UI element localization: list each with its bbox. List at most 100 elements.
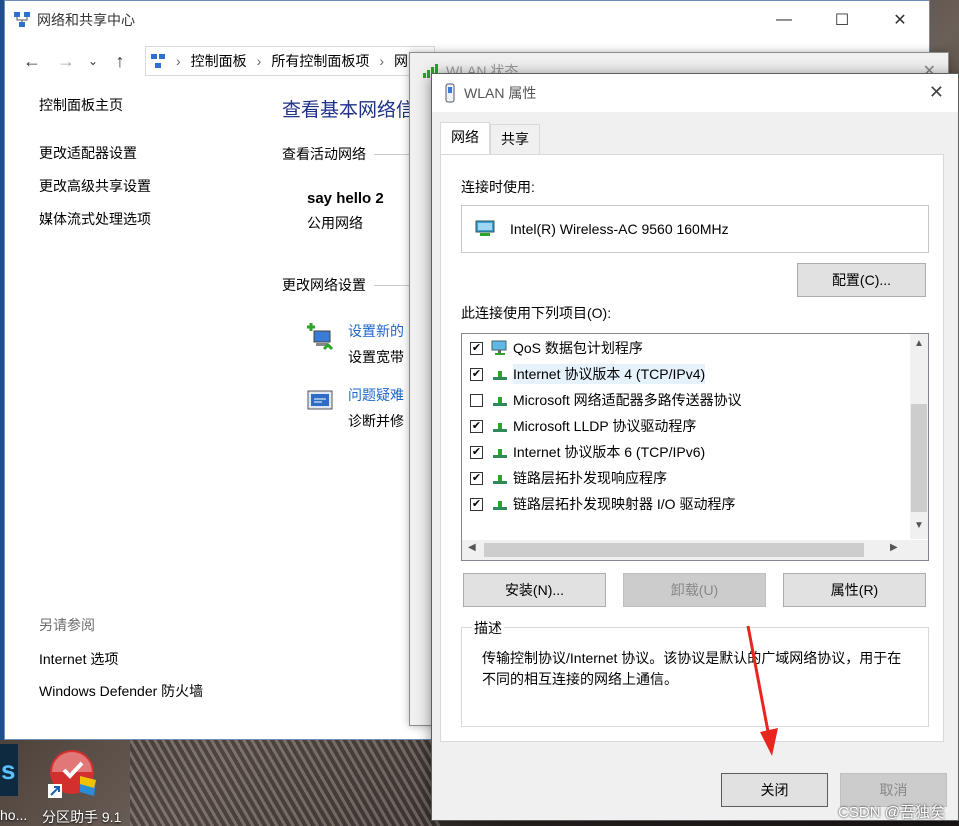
item-label: Internet 协议版本 6 (TCP/IPv6) (513, 444, 706, 460)
scroll-thumb[interactable] (484, 543, 864, 557)
description-text: 传输控制协议/Internet 协议。该协议是默认的广域网络协议，用于在不同的相… (482, 650, 902, 687)
tab-bar: 网络 共享 (440, 122, 540, 154)
desktop-icon-partition-assistant[interactable]: 分区助手 9.1 (42, 746, 121, 825)
sidebar: 控制面板主页 更改适配器设置 更改高级共享设置 媒体流式处理选项 另请参阅 In… (39, 95, 269, 735)
items-label: 此连接使用下列项目(O): (461, 305, 612, 321)
address-bar[interactable]: › 控制面板 › 所有控制面板项 › 网 (145, 46, 435, 76)
connect-using-label: 连接时使用: (461, 179, 535, 195)
maximize-icon[interactable]: ☐ (813, 1, 871, 39)
breadcrumb-separator: › (176, 53, 181, 69)
sidebar-home-link[interactable]: 控制面板主页 (39, 95, 269, 115)
setup-connection-desc: 设置宽带 (348, 349, 404, 365)
close-button[interactable]: 关闭 (721, 773, 828, 807)
checkbox[interactable] (470, 393, 483, 407)
list-item[interactable]: Microsoft 网络适配器多路传送器协议 (462, 387, 742, 413)
desktop-icon-label: 分区助手 9.1 (42, 809, 122, 825)
breadcrumb-item[interactable]: 网 (394, 51, 408, 71)
breadcrumb-separator: › (379, 53, 385, 69)
task-troubleshoot: 问题疑难 诊断并修 (304, 385, 415, 431)
adapter-field: Intel(R) Wireless-AC 9560 160MHz (461, 205, 929, 253)
network-center-icon (14, 12, 30, 27)
troubleshoot-desc: 诊断并修 (348, 413, 404, 429)
minimize-icon[interactable]: — (755, 1, 813, 39)
dialog-title: WLAN 属性 (464, 85, 537, 101)
recent-dropdown-icon[interactable]: ⌄ (83, 54, 103, 68)
list-item[interactable]: ✔ 链路层拓扑发现响应程序 (462, 465, 667, 491)
checkbox[interactable]: ✔ (470, 471, 483, 485)
tab-sharing[interactable]: 共享 (490, 124, 540, 154)
properties-button[interactable]: 属性(R) (783, 573, 926, 607)
control-panel-titlebar[interactable]: 网络和共享中心 — ☐ ✕ (5, 1, 929, 39)
dialog-titlebar[interactable]: WLAN 属性 (432, 74, 958, 112)
wlan-properties-dialog: WLAN 属性 ✕ 网络 共享 连接时使用: Intel(R) Wireless… (431, 73, 959, 821)
uninstall-button[interactable]: 卸载(U) (623, 573, 766, 607)
breadcrumb-item[interactable]: 所有控制面板项 (271, 51, 369, 71)
list-item[interactable]: ✔ 链路层拓扑发现映射器 I/O 驱动程序 (462, 491, 735, 517)
checkbox[interactable]: ✔ (470, 419, 483, 433)
description-group: 描述 传输控制协议/Internet 协议。该协议是默认的广域网络协议，用于在不… (461, 618, 929, 727)
window-title: 网络和共享中心 (37, 12, 135, 28)
scroll-right-icon[interactable]: ▶ (890, 542, 898, 553)
partial-app-icon[interactable]: s (0, 744, 18, 796)
setup-connection-link[interactable]: 设置新的 (348, 321, 404, 341)
checkbox[interactable]: ✔ (470, 497, 483, 511)
description-label: 描述 (472, 618, 504, 638)
protocol-icon (493, 501, 507, 510)
sidebar-link-adapter-settings[interactable]: 更改适配器设置 (39, 143, 269, 163)
scroll-up-icon[interactable]: ▲ (910, 338, 928, 349)
breadcrumb-separator: › (256, 53, 262, 69)
items-list[interactable]: ✔ QoS 数据包计划程序 ✔ Internet 协议版本 4 (TCP/IPv… (461, 333, 929, 561)
close-icon[interactable]: ✕ (871, 1, 929, 39)
new-connection-icon (307, 323, 334, 351)
see-also-firewall[interactable]: Windows Defender 防火墙 (39, 681, 203, 701)
see-also-header: 另请参阅 (39, 617, 95, 633)
item-label: Microsoft 网络适配器多路传送器协议 (513, 392, 742, 408)
network-adapter-icon (475, 220, 495, 236)
troubleshoot-icon (307, 390, 333, 410)
page-title: 查看基本网络信 (282, 100, 416, 121)
sidebar-link-media-streaming[interactable]: 媒体流式处理选项 (39, 209, 269, 229)
horizontal-scrollbar[interactable]: ◀ ▶ (462, 540, 928, 560)
item-label: 链路层拓扑发现映射器 I/O 驱动程序 (513, 496, 736, 512)
checkbox[interactable]: ✔ (470, 341, 483, 355)
item-label: QoS 数据包计划程序 (513, 340, 643, 356)
list-item-selected[interactable]: ✔ Internet 协议版本 4 (TCP/IPv4) (462, 361, 706, 387)
sidebar-link-advanced-sharing[interactable]: 更改高级共享设置 (39, 176, 269, 196)
item-label: Internet 协议版本 4 (TCP/IPv4) (513, 364, 706, 384)
back-arrow-icon[interactable]: ← (15, 51, 49, 72)
list-item[interactable]: ✔ Internet 协议版本 6 (TCP/IPv6) (462, 439, 705, 465)
vertical-scrollbar[interactable]: ▲ ▼ (910, 334, 928, 539)
breadcrumb-item[interactable]: 控制面板 (191, 51, 247, 71)
protocol-icon (493, 397, 507, 406)
install-button[interactable]: 安装(N)... (463, 573, 606, 607)
active-networks-header: 查看活动网络 (282, 144, 415, 164)
checkbox[interactable]: ✔ (470, 367, 483, 381)
wallpaper-pattern (130, 740, 440, 826)
partial-app-label: ho... (0, 807, 28, 823)
watermark: CSDN @吾独矣 (838, 804, 945, 821)
forward-arrow-icon[interactable]: → (49, 51, 83, 72)
protocol-icon (493, 371, 507, 380)
scroll-down-icon[interactable]: ▼ (910, 520, 928, 531)
tab-network[interactable]: 网络 (440, 122, 490, 154)
task-setup-connection: 设置新的 设置宽带 (304, 321, 415, 367)
close-icon[interactable]: ✕ (929, 82, 944, 103)
up-arrow-icon[interactable]: ↑ (103, 51, 137, 72)
configure-button[interactable]: 配置(C)... (797, 263, 926, 297)
checkbox[interactable]: ✔ (470, 445, 483, 459)
protocol-icon (493, 423, 507, 432)
network-tab-panel: 连接时使用: Intel(R) Wireless-AC 9560 160MHz … (440, 154, 944, 742)
qos-icon (491, 340, 507, 355)
change-settings-header: 更改网络设置 (282, 275, 415, 295)
troubleshoot-link[interactable]: 问题疑难 (348, 385, 404, 405)
protocol-icon (493, 449, 507, 458)
see-also-section: 另请参阅 Internet 选项 Windows Defender 防火墙 (39, 615, 203, 713)
list-item[interactable]: ✔ QoS 数据包计划程序 (462, 335, 643, 361)
control-panel-icon (151, 54, 165, 68)
list-item[interactable]: ✔ Microsoft LLDP 协议驱动程序 (462, 413, 696, 439)
see-also-internet-options[interactable]: Internet 选项 (39, 649, 203, 669)
main-content: 查看基本网络信 查看活动网络 say hello 2 公用网络 更改网络设置 设… (282, 95, 415, 449)
item-label: Microsoft LLDP 协议驱动程序 (513, 418, 697, 434)
scroll-left-icon[interactable]: ◀ (468, 542, 476, 553)
scroll-thumb[interactable] (911, 404, 927, 512)
